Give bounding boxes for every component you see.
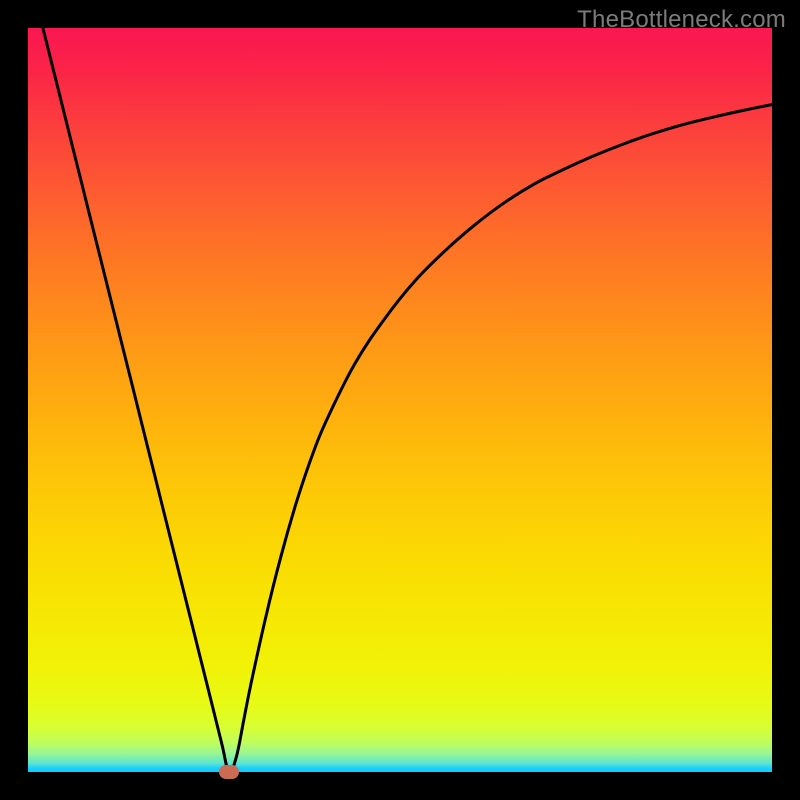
bottleneck-curve	[43, 28, 772, 772]
chart-container: TheBottleneck.com	[0, 0, 800, 800]
curve-layer	[28, 28, 772, 772]
minimum-marker	[219, 765, 239, 779]
plot-area	[28, 28, 772, 772]
